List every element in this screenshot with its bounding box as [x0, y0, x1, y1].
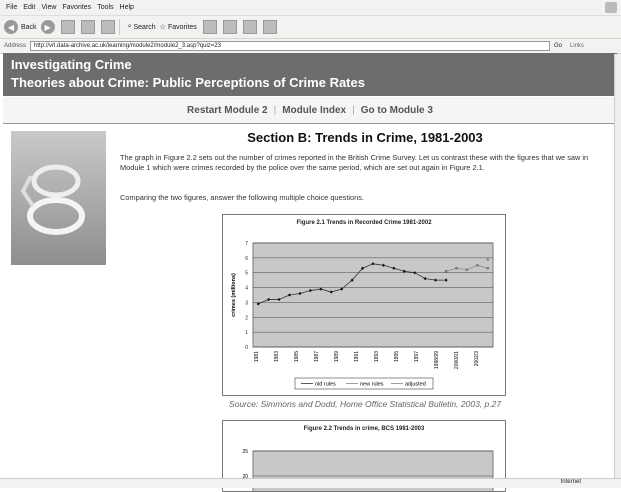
y-tick-label: 5	[245, 271, 248, 277]
x-tick-label: 1991	[354, 351, 360, 362]
x-tick-label: 1995	[394, 351, 400, 362]
y-tick-label: 4	[245, 286, 248, 292]
x-tick-label: 1989	[334, 351, 340, 362]
x-tick-label: 1985	[294, 351, 300, 362]
y-tick-label: 6	[245, 256, 248, 262]
y-tick-label: 2	[245, 315, 248, 321]
page-title: Investigating Crime	[11, 57, 132, 72]
y-tick-label: 3	[245, 300, 248, 306]
x-tick-label: 1998/99	[434, 351, 440, 369]
back-button[interactable]: ◀ Back	[4, 20, 37, 34]
star-icon: ☆	[159, 24, 166, 31]
nav-divider: |	[273, 104, 277, 116]
refresh-icon[interactable]	[80, 20, 95, 34]
legend-label: adjusted	[405, 382, 426, 388]
favorites-label: Favorites	[167, 23, 197, 31]
windows-logo-icon	[605, 2, 617, 13]
figure-source: Source: Simmons and Dodd, Home Office St…	[228, 399, 502, 409]
y-tick-label: 1	[245, 330, 248, 336]
page-subtitle: Theories about Crime: Public Perceptions…	[11, 75, 365, 90]
toolbar: ◀ Back ▶ ⌕ Search ☆ Favorites	[0, 16, 621, 39]
menu-help[interactable]: Help	[120, 4, 134, 11]
toolbar-separator	[118, 19, 120, 35]
menu-bar: File Edit View Favorites Tools Help	[0, 0, 621, 16]
address-bar: Address http://vrl.data-archive.ac.uk/le…	[0, 39, 621, 54]
figure-2-1: Figure 2.1 Trends in Recorded Crime 1981…	[222, 214, 506, 396]
data-point	[486, 267, 489, 270]
favorites-button[interactable]: ☆ Favorites	[159, 23, 197, 32]
print-icon[interactable]	[242, 20, 257, 34]
y-tick-label: 25	[242, 449, 248, 455]
y-tick-label: 7	[245, 241, 248, 247]
stop-icon[interactable]	[60, 20, 75, 34]
x-tick-label: 2002/3	[474, 351, 480, 367]
mail-icon[interactable]	[222, 20, 237, 34]
back-arrow-icon: ◀	[4, 20, 18, 34]
instruction-paragraph: Comparing the two figures, answer the fo…	[120, 193, 365, 202]
search-label: Search	[133, 23, 156, 31]
forward-button[interactable]: ▶	[40, 20, 55, 34]
x-tick-label: 1987	[314, 351, 320, 362]
vertical-scrollbar[interactable]	[614, 54, 621, 478]
next-module-link[interactable]: Go to Module 3	[361, 105, 433, 116]
legend-label: old rules	[315, 382, 336, 388]
x-tick-label: 1997	[414, 351, 420, 362]
go-button[interactable]: Go	[554, 43, 562, 49]
x-tick-label: 1983	[274, 351, 280, 362]
x-tick-label: 1993	[374, 351, 380, 362]
search-button[interactable]: ⌕ Search	[128, 23, 156, 31]
x-tick-label: 1981	[254, 351, 260, 362]
restart-module-link[interactable]: Restart Module 2	[187, 105, 268, 116]
handcuffs-image	[11, 131, 106, 265]
page-banner: Investigating Crime Theories about Crime…	[3, 53, 617, 96]
status-zone: Internet	[560, 479, 581, 485]
menu-favorites[interactable]: Favorites	[62, 4, 91, 11]
search-icon: ⌕	[127, 23, 132, 30]
legend-label: new rules	[360, 382, 384, 388]
forward-arrow-icon: ▶	[40, 20, 55, 34]
menu-view[interactable]: View	[41, 4, 56, 11]
handcuffs-icon	[20, 164, 85, 235]
intro-paragraph: The graph in Figure 2.2 sets out the num…	[120, 153, 589, 172]
section-heading: Section B: Trends in Crime, 1981-2003	[247, 130, 483, 145]
module-index-link[interactable]: Module Index	[282, 105, 346, 116]
data-point	[476, 264, 479, 267]
menu-edit[interactable]: Edit	[23, 4, 35, 11]
y-tick-label: 0	[245, 345, 248, 351]
edit-icon[interactable]	[262, 20, 277, 34]
data-point	[455, 267, 458, 270]
y-axis-label: crimes (millions)	[231, 273, 237, 317]
nav-divider: |	[352, 104, 355, 116]
data-point	[444, 270, 448, 273]
data-point	[465, 268, 469, 271]
home-icon[interactable]	[100, 20, 115, 34]
links-button[interactable]: Links	[570, 43, 584, 49]
menu-file[interactable]: File	[6, 4, 17, 11]
history-icon[interactable]	[202, 20, 217, 34]
menu-tools[interactable]: Tools	[97, 4, 113, 11]
module-nav: Restart Module 2 | Module Index | Go to …	[3, 97, 617, 124]
recorded-crime-chart: 0 1 2 3 4 5 6 7 crimes (millions) 1981 1983 1985 198…	[231, 241, 494, 390]
url-input[interactable]: http://vrl.data-archive.ac.uk/learning/m…	[30, 41, 551, 51]
back-label: Back	[21, 23, 37, 31]
address-label: Address	[4, 43, 27, 49]
x-tick-label: 2000/01	[454, 351, 460, 369]
url-text: http://vrl.data-archive.ac.uk/learning/m…	[34, 43, 221, 49]
